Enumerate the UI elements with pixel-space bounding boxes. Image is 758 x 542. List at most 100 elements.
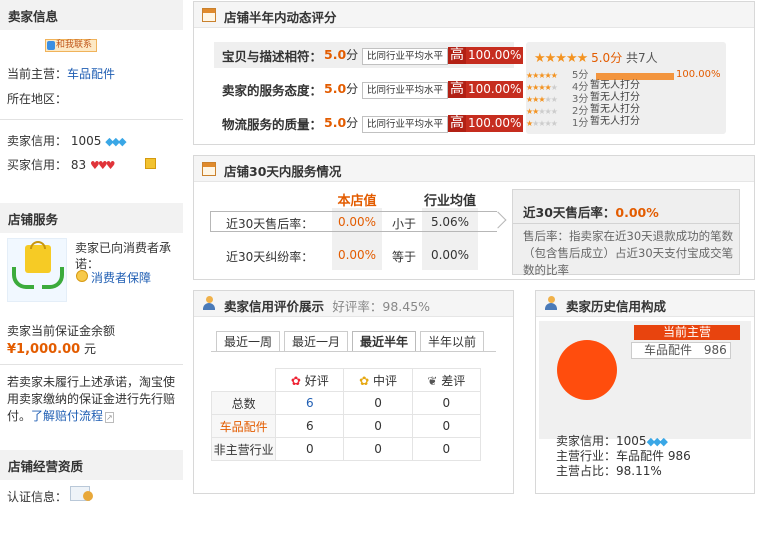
- dsr-level: 高: [448, 47, 467, 64]
- dist-stars-icon: ★★★★★: [526, 107, 558, 116]
- dsr-score: 5.0: [324, 81, 347, 96]
- credit-eval-header: 卖家信用评价展示 好评率：98.45%: [194, 291, 513, 317]
- buyer-credit-value: 83: [70, 158, 87, 172]
- dsr-panel: 店铺半年内动态评分 宝贝与描述相符： 5.0分 比同行业平均水平高 100.00%…: [193, 1, 755, 145]
- header-good-label: 好评: [304, 373, 329, 388]
- service-store-value: 0.00%: [337, 215, 377, 229]
- contact-button[interactable]: 和我联系: [45, 39, 97, 52]
- pie-legend: 车品配件 986: [631, 342, 731, 359]
- tip-heading: 近30天售后率：0.00%: [523, 202, 659, 221]
- dsr-score: 5.0: [324, 115, 347, 130]
- deposit-amount: ¥1,000.00: [7, 342, 81, 357]
- main-business-label: 当前主营：: [7, 67, 68, 81]
- tab-period[interactable]: 最近一月: [284, 331, 348, 351]
- dsr-title: 店铺半年内动态评分: [224, 10, 337, 25]
- service30-header: 店铺30天内服务情况: [194, 156, 754, 182]
- table-row: 总数 6 0 0: [210, 391, 482, 415]
- contact-label: 和我联系: [56, 40, 93, 50]
- tab-period[interactable]: 最近半年: [352, 331, 416, 352]
- service-cmp: 小于: [392, 217, 417, 231]
- bad-count: 0: [411, 391, 482, 415]
- header-mid: ✿ 中评: [343, 368, 413, 392]
- cert-label: 认证信息：: [7, 490, 68, 504]
- calendar-icon: [202, 8, 216, 22]
- dist-value: 暂无人打分: [590, 116, 640, 127]
- good-count[interactable]: 6: [275, 391, 345, 415]
- calendar-icon: [202, 162, 216, 176]
- good-flower-icon: ✿: [290, 373, 301, 388]
- service30-title: 店铺30天内服务情况: [224, 164, 342, 179]
- tip-box: 近30天售后率：0.00% 售后率：指卖家在近30天退款成功的笔数（包含售后成立…: [512, 189, 740, 277]
- divider: [513, 223, 739, 224]
- dsr-row: 宝贝与描述相符：: [222, 46, 322, 65]
- dist-label: 3分: [572, 94, 589, 105]
- dsr-compare: 比同行业平均水平: [362, 48, 449, 65]
- vip-badge-icon[interactable]: [145, 158, 156, 169]
- header-good: ✿ 好评: [275, 368, 345, 392]
- current-main-label: 当前主营: [634, 325, 740, 340]
- service-store-value: 0.00%: [337, 248, 377, 262]
- region-label: 所在地区：: [7, 92, 68, 106]
- tab-period[interactable]: 半年以前: [420, 331, 484, 351]
- bad-count: 0: [411, 414, 482, 438]
- summary-score: 5.0分: [591, 51, 623, 65]
- table-header-row: ✿ 好评 ✿ 中评 ❦ 差评: [212, 368, 482, 392]
- tip-text: 售后率：指卖家在近30天退款成功的笔数（包含售后成立）占近30天支付宝成交笔数的…: [523, 229, 734, 277]
- buyer-credit-label: 买家信用：: [7, 158, 68, 172]
- bad-plant-icon: ❦: [427, 373, 438, 388]
- history-stats: 卖家信用：1005◆◆◆ 主营行业：车品配件 986 主营占比：98.11%: [556, 434, 691, 479]
- tip-value: 0.00%: [615, 205, 659, 220]
- tab-period[interactable]: 最近一周: [216, 331, 280, 351]
- promise-text: 卖家已向消费者承诺：: [75, 241, 172, 271]
- compensation-flow-link[interactable]: 了解赔付流程: [31, 409, 103, 423]
- main-business-row: 当前主营：车品配件: [0, 65, 115, 82]
- dist-row: ★★★★★ 1分 暂无人打分: [526, 116, 726, 130]
- divider: [0, 119, 183, 120]
- table-row: 车品配件 6 0 0: [210, 414, 482, 438]
- person-icon: [202, 296, 216, 311]
- mid-count: 0: [343, 414, 413, 438]
- corner-cell: [212, 369, 276, 392]
- external-link-icon: ↗: [105, 412, 114, 423]
- dsr-score-row: 5.0分 比同行业平均水平高 100.00%: [324, 114, 524, 133]
- certificate-icon[interactable]: [70, 486, 93, 501]
- legend-name: 车品配件: [644, 343, 693, 357]
- dist-label: 1分: [572, 118, 589, 129]
- dsr-score: 5.0: [324, 47, 347, 62]
- dsr-unit: 分: [346, 116, 359, 130]
- seller-credit-label: 卖家信用：: [7, 134, 68, 148]
- dsr-label: 物流服务的质量：: [222, 117, 323, 132]
- pie-slice[interactable]: [557, 340, 617, 400]
- guarantee-link[interactable]: 消费者保障: [91, 269, 151, 286]
- dsr-summary: ★★★★★ 5.0分 共7人: [534, 49, 658, 66]
- history-credit-label: 卖家信用：: [556, 434, 617, 448]
- dist-value: 暂无人打分: [590, 92, 640, 103]
- dsr-label: 宝贝与描述相符：: [222, 49, 323, 64]
- dsr-row: 卖家的服务态度：: [222, 80, 322, 99]
- summary-count: 共7人: [626, 51, 658, 65]
- dsr-compare: 比同行业平均水平: [362, 82, 449, 99]
- deposit-unit: 元: [84, 342, 97, 356]
- service-cmp: 等于: [392, 250, 417, 264]
- dsr-row: 物流服务的质量：: [222, 114, 322, 133]
- credit-history-title: 卖家历史信用构成: [566, 299, 667, 314]
- rate-value: 98.45%: [382, 299, 431, 314]
- main-industry-value: 车品配件 986: [616, 449, 691, 463]
- dsr-percent: 100.00%: [466, 81, 524, 98]
- row-label: 总数: [210, 391, 277, 415]
- header-bad-label: 差评: [441, 373, 466, 388]
- main-ratio-label: 主营占比：: [556, 464, 617, 478]
- dist-label: 2分: [572, 106, 589, 117]
- heart-rank-icon[interactable]: ♥♥♥: [90, 159, 116, 172]
- dsr-unit: 分: [346, 82, 359, 96]
- credit-pie-chart: [557, 340, 617, 400]
- bad-count: 0: [411, 437, 482, 461]
- person-icon: [544, 296, 558, 311]
- dist-stars-icon: ★★★★★: [526, 119, 558, 128]
- table-row: 非主营行业 0 0 0: [210, 437, 482, 461]
- main-business-link[interactable]: 车品配件: [67, 67, 115, 81]
- tabs-baseline: [211, 351, 496, 352]
- row-label: 非主营行业: [210, 437, 277, 461]
- service-row-label: 近30天售后率：: [226, 217, 314, 231]
- diamond-rank-icon[interactable]: ◆◆◆: [105, 135, 126, 148]
